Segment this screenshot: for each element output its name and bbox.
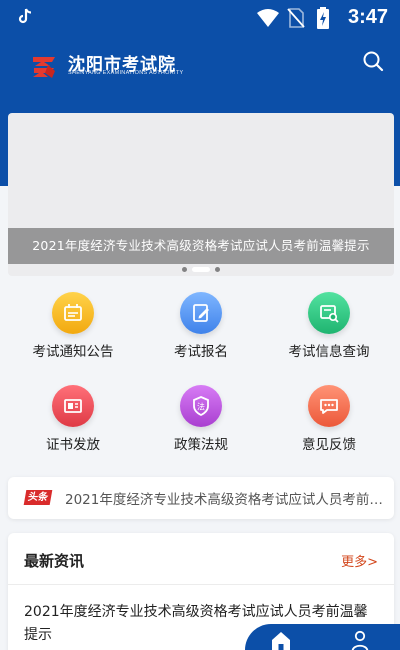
- banner-caption[interactable]: 2021年度经济专业技术高级资格考试应试人员考前温馨提示: [8, 228, 394, 264]
- carousel-dot[interactable]: [215, 267, 220, 272]
- status-bar: 3:47: [0, 0, 400, 36]
- tiktok-icon: [18, 8, 32, 28]
- headline-ticker[interactable]: 头条 2021年度经济专业技术高级资格考试应试人员考前温馨提示: [8, 477, 394, 519]
- service-feedback[interactable]: 意见反馈: [264, 385, 394, 453]
- edit-form-icon: [180, 292, 222, 334]
- headline-text[interactable]: 2021年度经济专业技术高级资格考试应试人员考前温馨提示: [65, 488, 385, 508]
- chat-bubble-icon: [308, 385, 350, 427]
- service-exam-query[interactable]: 考试信息查询: [264, 292, 394, 360]
- carousel-dot[interactable]: [182, 267, 187, 272]
- service-label: 考试报名: [174, 344, 228, 360]
- battery-charging-icon: [316, 6, 338, 29]
- law-shield-icon: 法: [180, 385, 222, 427]
- service-label: 政策法规: [174, 437, 228, 453]
- service-label: 证书发放: [46, 437, 100, 453]
- svg-text:法: 法: [197, 402, 205, 412]
- banner-carousel[interactable]: 2021年度经济专业技术高级资格考试应试人员考前温馨提示: [8, 113, 394, 276]
- service-exam-registration[interactable]: 考试报名: [136, 292, 266, 360]
- logo-icon: [30, 53, 58, 81]
- carousel-dot-active[interactable]: [192, 267, 210, 272]
- news-section-title: 最新资讯: [24, 552, 85, 570]
- service-certificate[interactable]: 证书发放: [8, 385, 138, 453]
- search-document-icon: [308, 292, 350, 334]
- service-policy[interactable]: 法 政策法规: [136, 385, 266, 453]
- status-time: 3:47: [347, 6, 388, 28]
- service-label: 意见反馈: [302, 437, 356, 453]
- service-grid: 考试通知公告 考试报名 考试信息查询 证书发放 法 政策法规 意见反馈: [0, 290, 400, 460]
- service-label: 考试通知公告: [32, 344, 114, 360]
- bottom-nav: [245, 624, 400, 650]
- home-icon[interactable]: [271, 630, 291, 650]
- search-icon[interactable]: [362, 50, 384, 72]
- notice-board-icon: [52, 292, 94, 334]
- news-more-link[interactable]: 更多>: [341, 551, 378, 570]
- no-sim-icon: [286, 7, 308, 29]
- wifi-icon: [256, 7, 279, 29]
- carousel-indicator: [182, 267, 220, 272]
- divider: [8, 584, 394, 585]
- certificate-icon: [52, 385, 94, 427]
- service-label: 考试信息查询: [288, 344, 370, 360]
- service-exam-notice[interactable]: 考试通知公告: [8, 292, 138, 360]
- app-subtitle: SHENYANG EXAMINATIONS AUTHORITY: [68, 70, 184, 76]
- headline-tag: 头条: [23, 490, 53, 505]
- user-icon[interactable]: [351, 630, 369, 650]
